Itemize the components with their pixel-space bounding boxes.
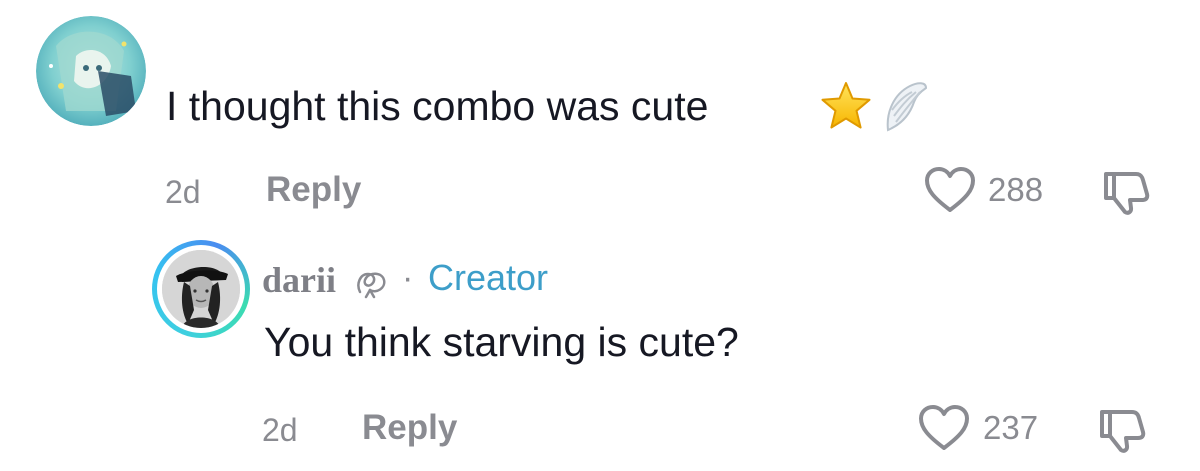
- reply-button[interactable]: Reply: [362, 408, 457, 448]
- comment-timestamp: 2d: [165, 174, 201, 210]
- thumbs-down-icon[interactable]: [1096, 404, 1148, 454]
- reply-text: You think starving is cute?: [264, 319, 739, 365]
- star-emoji-icon: [818, 80, 874, 132]
- creator-username[interactable]: darii: [262, 260, 336, 300]
- knot-icon: [352, 266, 392, 300]
- reply-timestamp: 2d: [262, 412, 298, 448]
- like-count: 237: [983, 409, 1039, 446]
- creator-badge: Creator: [428, 257, 549, 298]
- reply-button[interactable]: Reply: [266, 170, 361, 210]
- like-count: 288: [988, 171, 1044, 208]
- separator-dot: ·: [402, 259, 414, 297]
- heart-outline-icon[interactable]: [918, 404, 970, 452]
- thumbs-down-icon[interactable]: [1100, 166, 1152, 216]
- heart-outline-icon[interactable]: [924, 166, 976, 214]
- comment-text: I thought this combo was cute: [166, 83, 709, 129]
- creator-avatar[interactable]: [152, 240, 250, 338]
- wing-emoji-icon: [880, 78, 930, 134]
- commenter-avatar[interactable]: [36, 16, 146, 126]
